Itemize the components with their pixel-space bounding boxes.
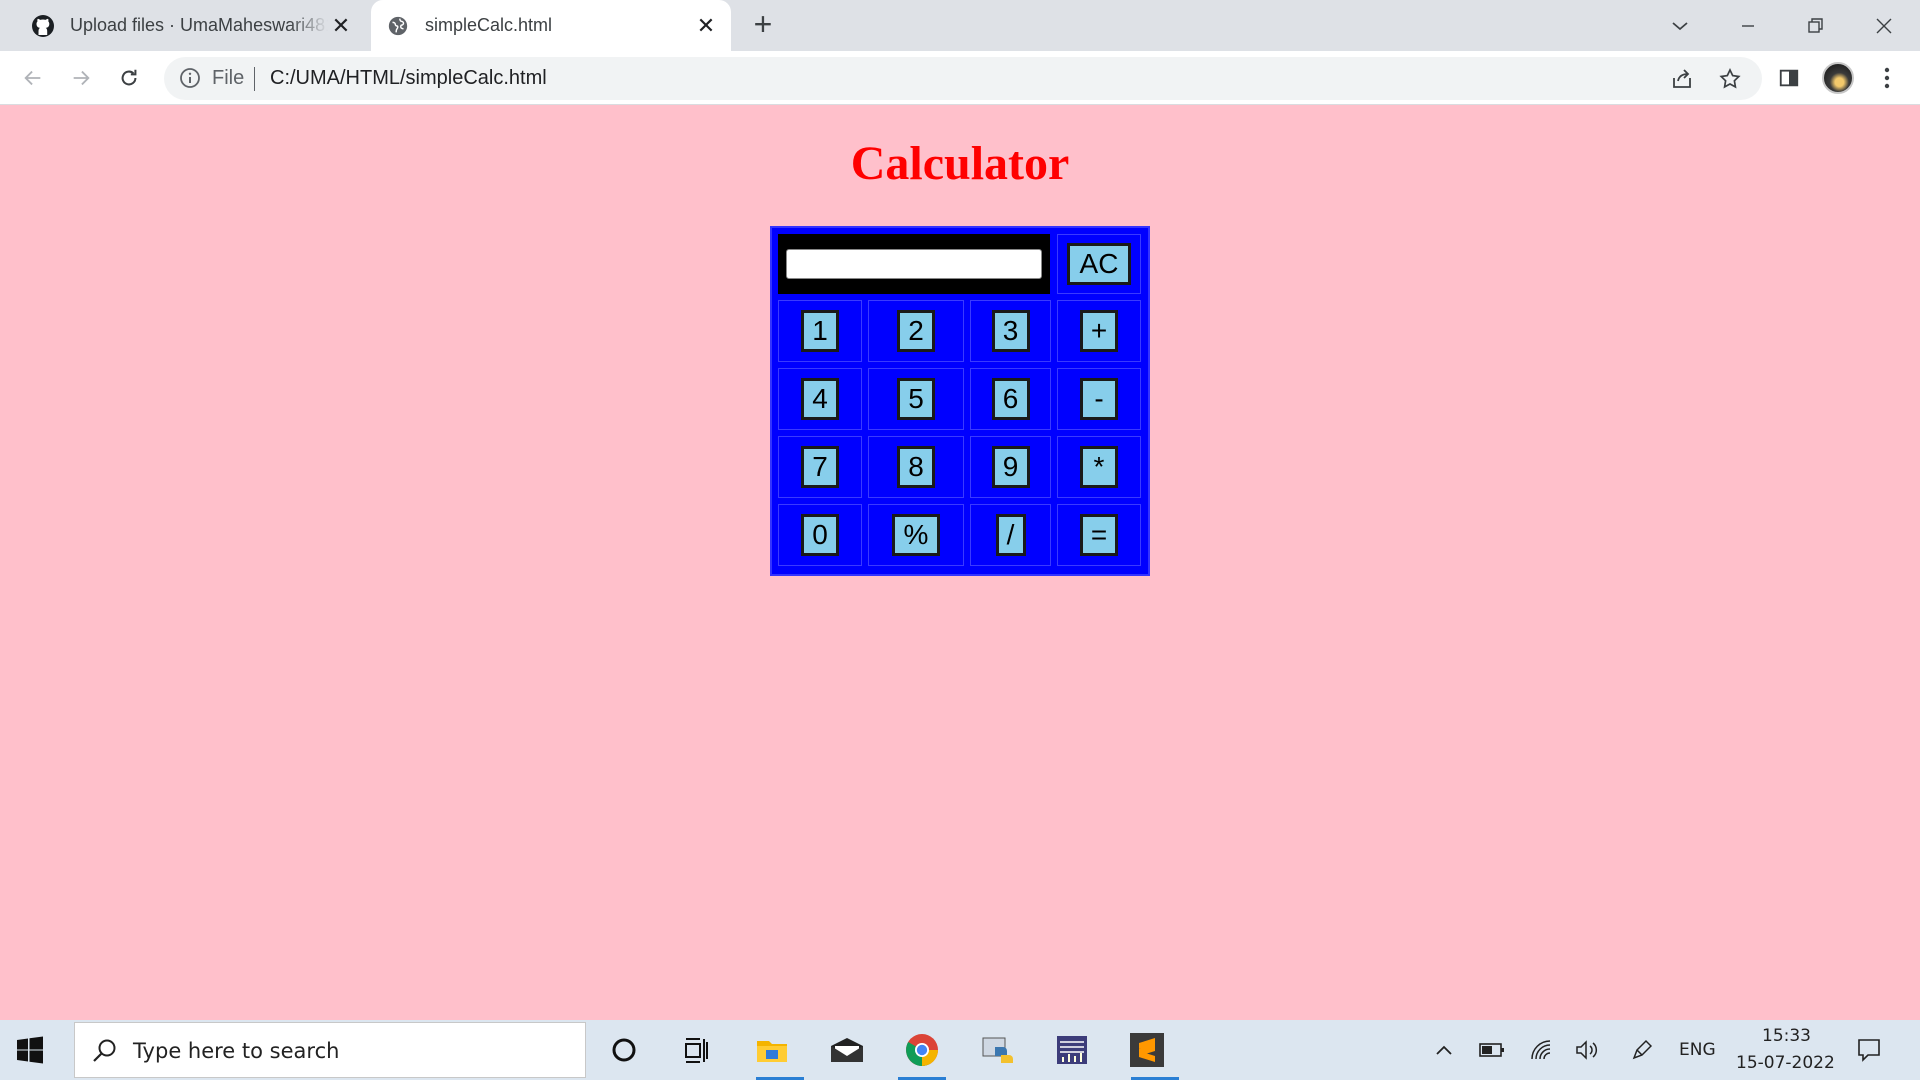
scheme-label: File (212, 67, 245, 89)
info-icon[interactable] (178, 66, 202, 90)
language-indicator[interactable]: ENG (1679, 1040, 1716, 1060)
address-bar[interactable]: File C:/UMA/HTML/simpleCalc.html (164, 57, 1762, 100)
tab-search-chevron-icon[interactable] (1650, 0, 1710, 51)
key-plus-button[interactable]: + (1080, 310, 1118, 352)
key-3-button[interactable]: 3 (991, 310, 1030, 352)
windows-start-icon[interactable] (14, 1034, 46, 1066)
side-panel-icon[interactable] (1772, 61, 1806, 95)
clock-time[interactable]: 15:33 (1762, 1026, 1811, 1046)
clear-button[interactable]: AC (1067, 243, 1131, 285)
file-explorer-icon[interactable] (752, 1030, 792, 1070)
browser-toolbar: File C:/UMA/HTML/simpleCalc.html (0, 51, 1920, 105)
key-2-button[interactable]: 2 (897, 310, 935, 352)
key-cell: % (868, 504, 964, 566)
key-cell: - (1057, 368, 1141, 430)
clock-date[interactable]: 15-07-2022 (1736, 1053, 1835, 1073)
task-view-icon[interactable] (676, 1030, 716, 1070)
bookmark-star-icon[interactable] (1716, 65, 1744, 93)
new-tab-button[interactable]: + (748, 8, 778, 40)
url-text[interactable]: C:/UMA/HTML/simpleCalc.html (270, 67, 547, 90)
forward-arrow-icon[interactable] (64, 61, 98, 95)
key-9-button[interactable]: 9 (991, 446, 1030, 488)
chevron-up-icon[interactable] (1430, 1036, 1458, 1064)
key-cell: / (970, 504, 1051, 566)
key-minus-button[interactable]: - (1080, 378, 1118, 420)
key-cell: 1 (778, 300, 862, 362)
taskbar: Type here to search ENG 15:33 15-07-2022 (0, 1020, 1920, 1080)
volume-icon[interactable] (1573, 1036, 1601, 1064)
menu-kebab-icon[interactable] (1870, 61, 1904, 95)
key-cell: = (1057, 504, 1141, 566)
pen-icon[interactable] (1628, 1036, 1656, 1064)
key-cell: 0 (778, 504, 862, 566)
wifi-icon[interactable] (1527, 1036, 1555, 1064)
search-placeholder: Type here to search (133, 1039, 340, 1063)
key-8-button[interactable]: 8 (897, 446, 935, 488)
key-divide-button[interactable]: / (995, 514, 1026, 556)
tab-upload-files[interactable]: Upload files · UmaMaheswari4816 ✕ (16, 0, 366, 51)
close-tab-icon[interactable]: ✕ (693, 13, 719, 39)
mail-icon[interactable] (827, 1030, 867, 1070)
search-icon (91, 1037, 119, 1065)
notification-icon[interactable] (1855, 1036, 1883, 1064)
chrome-icon[interactable] (902, 1030, 942, 1070)
profile-avatar[interactable] (1821, 61, 1855, 95)
display-cell (778, 234, 1050, 294)
sublime-text-icon[interactable] (1127, 1030, 1167, 1070)
back-arrow-icon[interactable] (16, 61, 50, 95)
key-cell: 5 (868, 368, 964, 430)
tab-simplecalc[interactable]: simpleCalc.html ✕ (371, 0, 731, 51)
key-6-button[interactable]: 6 (991, 378, 1030, 420)
monitor-app-icon[interactable] (1052, 1030, 1092, 1070)
close-tab-icon[interactable]: ✕ (328, 13, 354, 39)
key-4-button[interactable]: 4 (801, 378, 839, 420)
key-cell: 7 (778, 436, 862, 498)
key-5-button[interactable]: 5 (897, 378, 935, 420)
cortana-icon[interactable] (604, 1030, 644, 1070)
tab-title: Upload files · UmaMaheswari4816 (70, 15, 328, 35)
key-7-button[interactable]: 7 (801, 446, 839, 488)
key-cell: 9 (970, 436, 1051, 498)
ac-cell: AC (1057, 234, 1141, 294)
key-cell: * (1057, 436, 1141, 498)
key-cell: 6 (970, 368, 1051, 430)
key-cell: 8 (868, 436, 964, 498)
restore-button[interactable] (1786, 0, 1846, 51)
taskbar-search-box[interactable]: Type here to search (74, 1022, 586, 1078)
tab-title: simpleCalc.html (425, 15, 553, 35)
key-multiply-button[interactable]: * (1080, 446, 1118, 488)
key-cell: 3 (970, 300, 1051, 362)
key-cell: + (1057, 300, 1141, 362)
key-0-button[interactable]: 0 (801, 514, 839, 556)
address-divider (254, 67, 255, 91)
page-title: Calculator (850, 137, 1070, 190)
close-window-button[interactable] (1854, 0, 1914, 51)
battery-icon[interactable] (1478, 1036, 1506, 1064)
key-1-button[interactable]: 1 (801, 310, 839, 352)
reload-icon[interactable] (112, 61, 146, 95)
github-icon (30, 13, 56, 39)
globe-icon (385, 13, 411, 39)
key-percent-button[interactable]: % (892, 514, 940, 556)
key-equals-button[interactable]: = (1080, 514, 1118, 556)
display-input[interactable] (786, 249, 1042, 279)
tab-strip: Upload files · UmaMaheswari4816 ✕ simple… (0, 0, 1920, 51)
python-app-icon[interactable] (978, 1030, 1018, 1070)
calculator: AC 1 2 3 + 4 5 6 - 7 8 9 * 0 % / = (770, 226, 1150, 576)
share-icon[interactable] (1668, 65, 1696, 93)
key-cell: 2 (868, 300, 964, 362)
minimize-button[interactable] (1718, 0, 1778, 51)
key-cell: 4 (778, 368, 862, 430)
